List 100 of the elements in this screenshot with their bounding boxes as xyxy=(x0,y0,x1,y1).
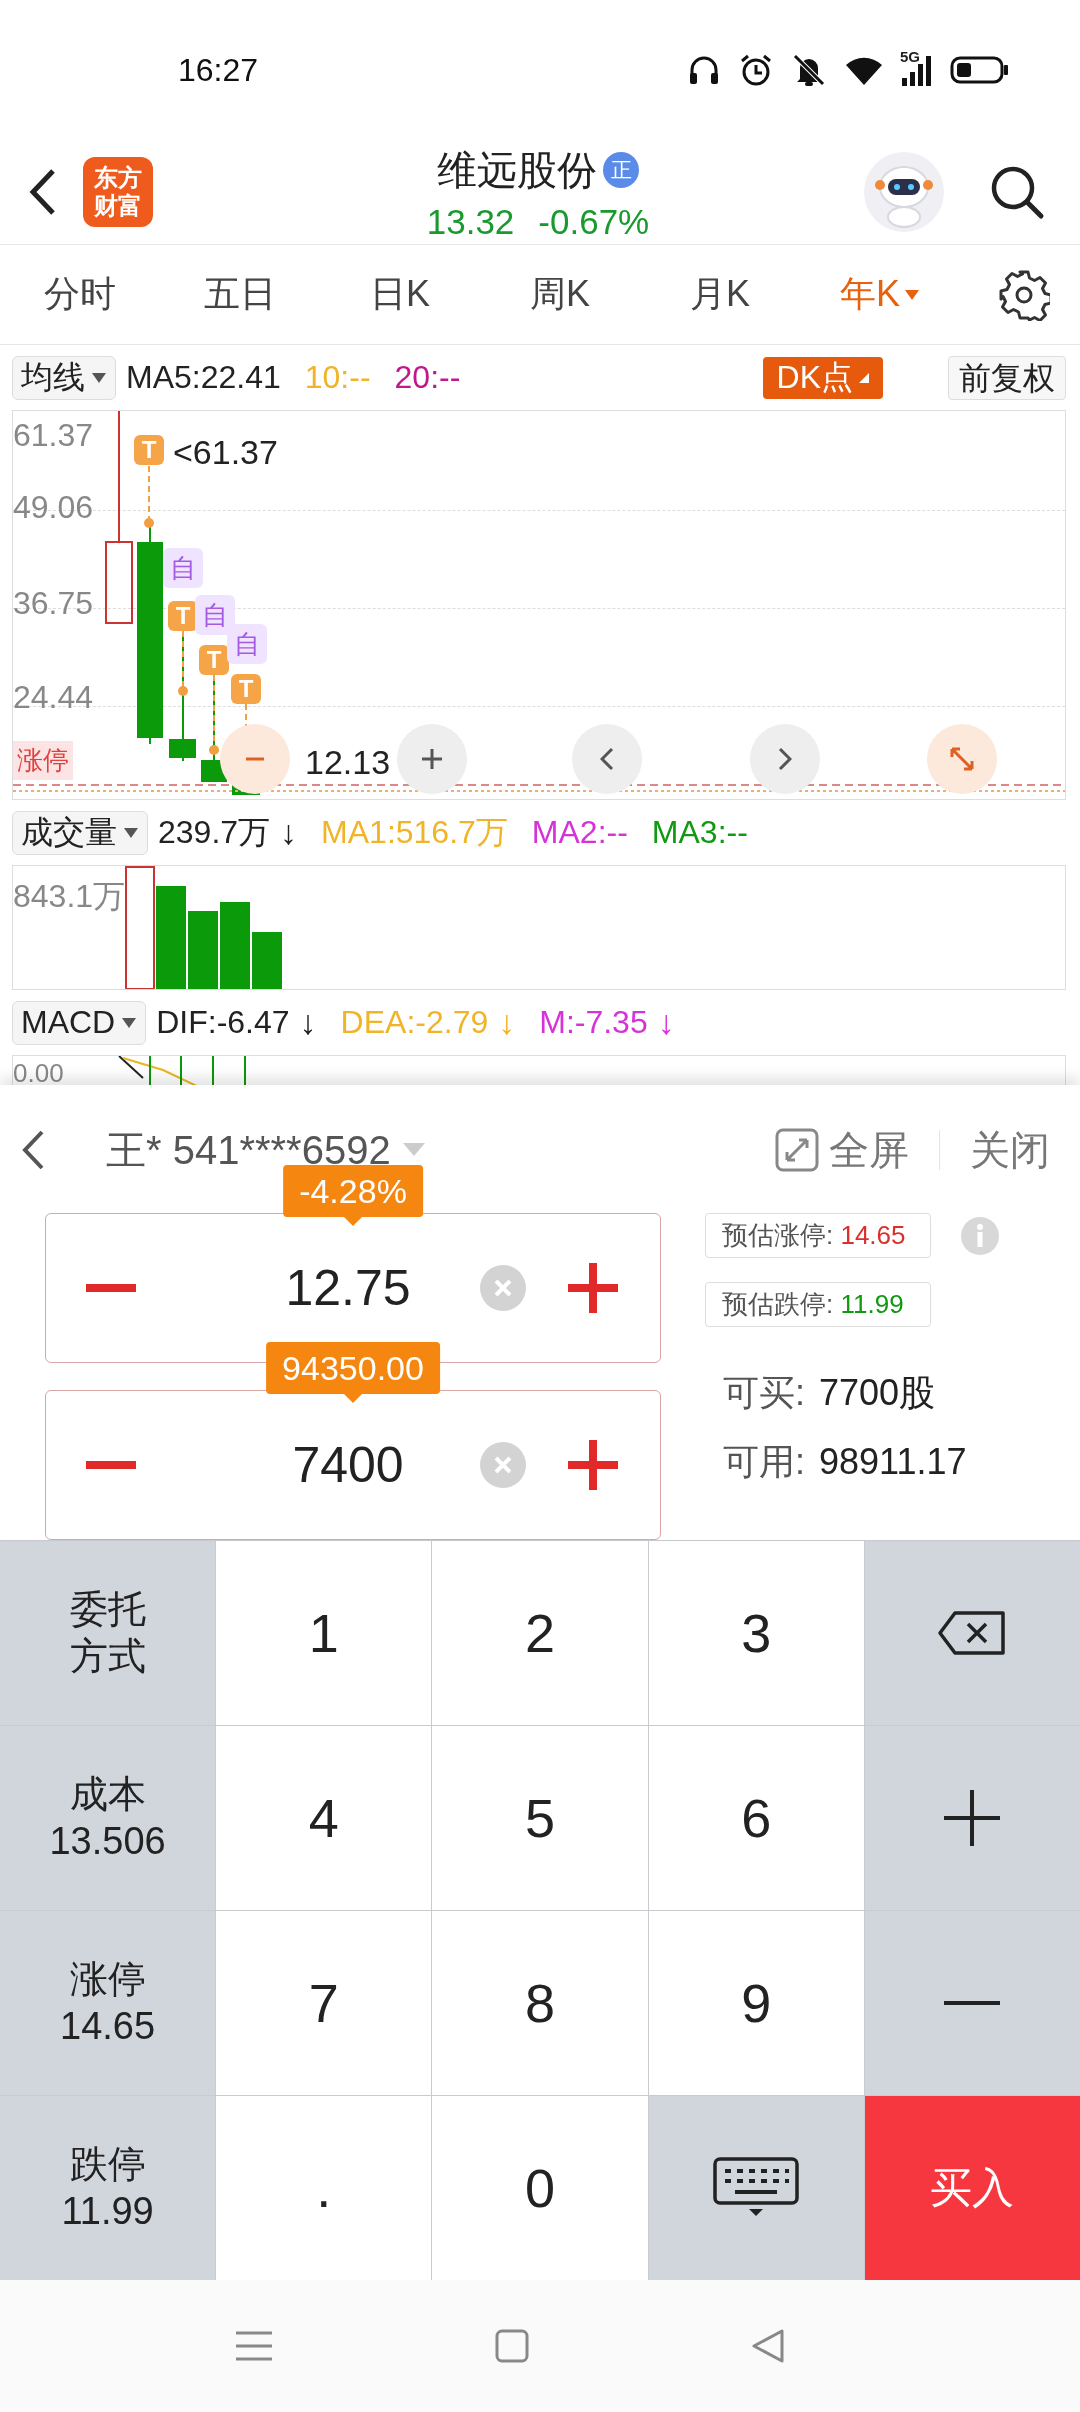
dk-button[interactable]: DK点 xyxy=(762,356,883,399)
network-type: 5G xyxy=(900,48,920,65)
plus-icon xyxy=(944,1790,1001,1846)
plus-button[interactable] xyxy=(568,1440,618,1490)
search-icon[interactable] xyxy=(989,164,1045,220)
clock-time: 16:27 xyxy=(178,51,259,89)
left-button[interactable] xyxy=(572,724,642,794)
limit-price-tag: 预估涨停: 14.65 xyxy=(705,1213,931,1258)
stock-price: 13.32 xyxy=(426,201,515,242)
key[interactable]: 7 xyxy=(216,1911,432,2095)
self-marker: 自 xyxy=(163,548,203,588)
tip-pointer-icon xyxy=(344,1217,362,1226)
close-button[interactable]: 关闭 xyxy=(970,1122,1050,1178)
caret-icon xyxy=(904,288,920,301)
key[interactable]: 8 xyxy=(432,1911,648,2095)
zoom-out-icon xyxy=(244,757,266,761)
trend-arrow: ↓ xyxy=(280,813,298,852)
indicator-dropdown[interactable]: 均线 xyxy=(12,355,116,400)
backspace-icon xyxy=(937,1610,1008,1656)
back-icon[interactable] xyxy=(20,1128,46,1172)
settings-icon[interactable] xyxy=(998,268,1050,321)
buy-button[interactable]: 买入 xyxy=(864,2096,1080,2280)
minus-icon xyxy=(86,1461,136,1469)
key[interactable]: . xyxy=(216,2096,432,2280)
caret-icon xyxy=(123,826,139,839)
minus-icon xyxy=(86,1284,136,1292)
home-icon[interactable] xyxy=(494,2328,530,2364)
price-label: 12.13 xyxy=(305,745,391,779)
zoom-in-button[interactable] xyxy=(397,724,467,794)
key[interactable]: 5 xyxy=(432,1726,648,1910)
battery-icon xyxy=(950,55,1010,85)
backspace-key[interactable] xyxy=(864,1541,1080,1725)
marker-line xyxy=(178,630,188,696)
right-button[interactable] xyxy=(750,724,820,794)
trend-arrow: ↓ xyxy=(657,1003,675,1042)
key[interactable]: 9 xyxy=(648,1911,864,2095)
key[interactable]: 0 xyxy=(432,2096,648,2280)
field-value: 12.75 xyxy=(284,1259,412,1317)
alarm-icon xyxy=(738,52,774,88)
field-value: 7400 xyxy=(291,1436,405,1494)
indicator-value: 10:-- xyxy=(304,359,371,396)
volume-value: 239.7万 xyxy=(158,812,271,852)
key[interactable]: 2 xyxy=(432,1541,648,1725)
axis-label: 843.1万 xyxy=(13,880,126,912)
status-badge: 正 xyxy=(603,152,639,188)
key[interactable]: 6 xyxy=(648,1726,864,1910)
indicator-value: MA3:-- xyxy=(651,814,748,851)
caret-icon xyxy=(402,1143,425,1157)
indicator-dropdown[interactable]: MACD xyxy=(12,1000,147,1045)
caret-icon xyxy=(121,1016,138,1029)
trade-marker: T xyxy=(231,674,261,704)
right-icon xyxy=(778,747,792,771)
self-marker: 自 xyxy=(227,624,267,664)
buyable-quantity: 可买: 7700股 xyxy=(723,1371,937,1415)
limit-tag: 涨停 xyxy=(13,741,73,780)
change-tip: -4.28% xyxy=(283,1165,423,1217)
trade-marker: T xyxy=(168,601,198,631)
expand-icon xyxy=(949,746,975,772)
left-icon xyxy=(600,747,614,771)
indicator-value: MA1:516.7万 xyxy=(321,812,508,852)
corner-icon xyxy=(859,372,869,383)
indicator-value: DEA:-2.79 xyxy=(340,1004,489,1041)
indicator-value: MA2:-- xyxy=(531,814,628,851)
price-label: <61.37 xyxy=(173,435,278,469)
axis-label: 24.44 xyxy=(13,681,94,713)
key[interactable]: 4 xyxy=(216,1726,432,1910)
indicator-value: 20:-- xyxy=(394,359,461,396)
self-marker: 自 xyxy=(195,595,235,635)
fullscreen-button[interactable]: 全屏 xyxy=(775,1122,909,1178)
plus-button[interactable] xyxy=(568,1263,618,1313)
caret-icon xyxy=(91,371,107,384)
period-tab[interactable]: 月K xyxy=(640,245,800,344)
available-funds: 可用: 98911.17 xyxy=(723,1440,968,1484)
quantity-field[interactable]: 7400 xyxy=(45,1390,661,1540)
order-type-key[interactable]: 委托方式 xyxy=(0,1541,216,1725)
period-tab[interactable]: 周K xyxy=(480,245,640,344)
key[interactable]: 1 xyxy=(216,1541,432,1725)
menu-icon[interactable] xyxy=(234,2330,274,2362)
adjust-button[interactable]: 前复权 xyxy=(948,355,1066,400)
trend-arrow: ↓ xyxy=(498,1003,516,1042)
indicator-value: MA5:22.41 xyxy=(126,359,281,396)
preset-price-key[interactable]: 成本 13.506 xyxy=(0,1726,216,1910)
robot-icon[interactable] xyxy=(863,151,945,233)
axis-label: 61.37 xyxy=(13,419,94,451)
indicator-dropdown[interactable]: 成交量 xyxy=(12,810,148,855)
marker-line xyxy=(144,465,154,528)
keyboard-key[interactable] xyxy=(648,2096,864,2280)
indicator-value: M:-7.35 xyxy=(539,1004,648,1041)
key[interactable]: 3 xyxy=(648,1541,864,1725)
period-tab[interactable]: 日K xyxy=(320,245,480,344)
trade-marker: T xyxy=(134,435,164,465)
plus-icon xyxy=(568,1263,618,1313)
period-tab[interactable]: 分时 xyxy=(0,245,160,344)
minus-icon xyxy=(944,2000,1001,2006)
tip-pointer-icon xyxy=(344,1394,362,1403)
period-tab[interactable]: 五日 xyxy=(160,245,320,344)
preset-price-key[interactable]: 涨停 14.65 xyxy=(0,1911,216,2095)
fullscreen-icon xyxy=(775,1128,819,1172)
stock-name: 维远股份 xyxy=(437,146,597,194)
preset-price-key[interactable]: 跌停 11.99 xyxy=(0,2096,216,2280)
